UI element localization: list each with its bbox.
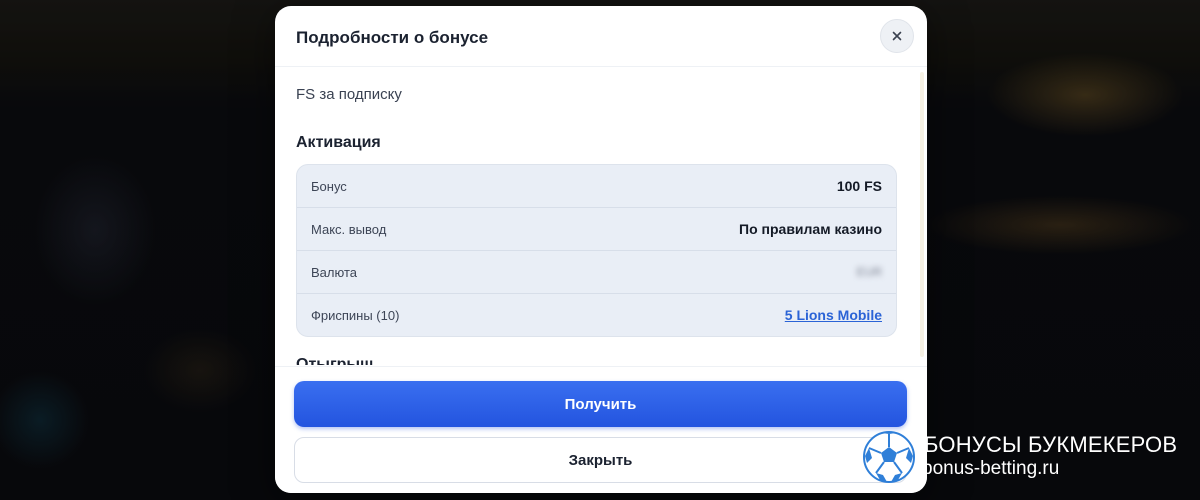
info-value-currency-blurred: EUR xyxy=(856,265,882,279)
bonus-details-modal: Подробности о бонусе FS за подписку Акти… xyxy=(275,6,927,493)
info-row-currency: Валюта EUR xyxy=(297,251,896,294)
close-button[interactable] xyxy=(880,19,914,53)
section-heading-wager: Отыгрыш xyxy=(296,356,374,365)
watermark: БОНУСЫ БУКМЕКЕРОВ bonus-betting.ru xyxy=(862,428,1192,488)
modal-footer: Получить Закрыть xyxy=(275,366,927,493)
info-label: Фриспины (10) xyxy=(311,307,400,323)
info-row-bonus: Бонус 100 FS xyxy=(297,165,896,208)
info-label: Бонус xyxy=(311,178,347,194)
info-value: 100 FS xyxy=(836,178,882,194)
bonus-info-table: Бонус 100 FS Макс. вывод По правилам каз… xyxy=(296,164,897,337)
modal-body: FS за подписку Активация Бонус 100 FS Ма… xyxy=(275,67,927,365)
close-icon xyxy=(892,31,902,41)
modal-header: Подробности о бонусе xyxy=(275,6,927,67)
watermark-title: БОНУСЫ БУКМЕКЕРОВ xyxy=(924,432,1178,457)
info-value: По правилам казино xyxy=(739,221,882,237)
info-label: Макс. вывод xyxy=(311,221,387,237)
info-row-freespins: Фриспины (10) 5 Lions Mobile xyxy=(297,294,896,336)
soccer-ball-icon xyxy=(863,431,915,483)
info-label: Валюта xyxy=(311,264,357,280)
bonus-subtitle: FS за подписку xyxy=(296,86,402,103)
modal-title: Подробности о бонусе xyxy=(296,28,489,47)
game-link[interactable]: 5 Lions Mobile xyxy=(785,307,882,323)
section-heading-activation: Активация xyxy=(296,134,381,151)
close-modal-button[interactable]: Закрыть xyxy=(294,437,907,483)
info-row-max-withdrawal: Макс. вывод По правилам казино xyxy=(297,208,896,251)
watermark-url: bonus-betting.ru xyxy=(922,458,1060,479)
claim-button[interactable]: Получить xyxy=(294,381,907,427)
